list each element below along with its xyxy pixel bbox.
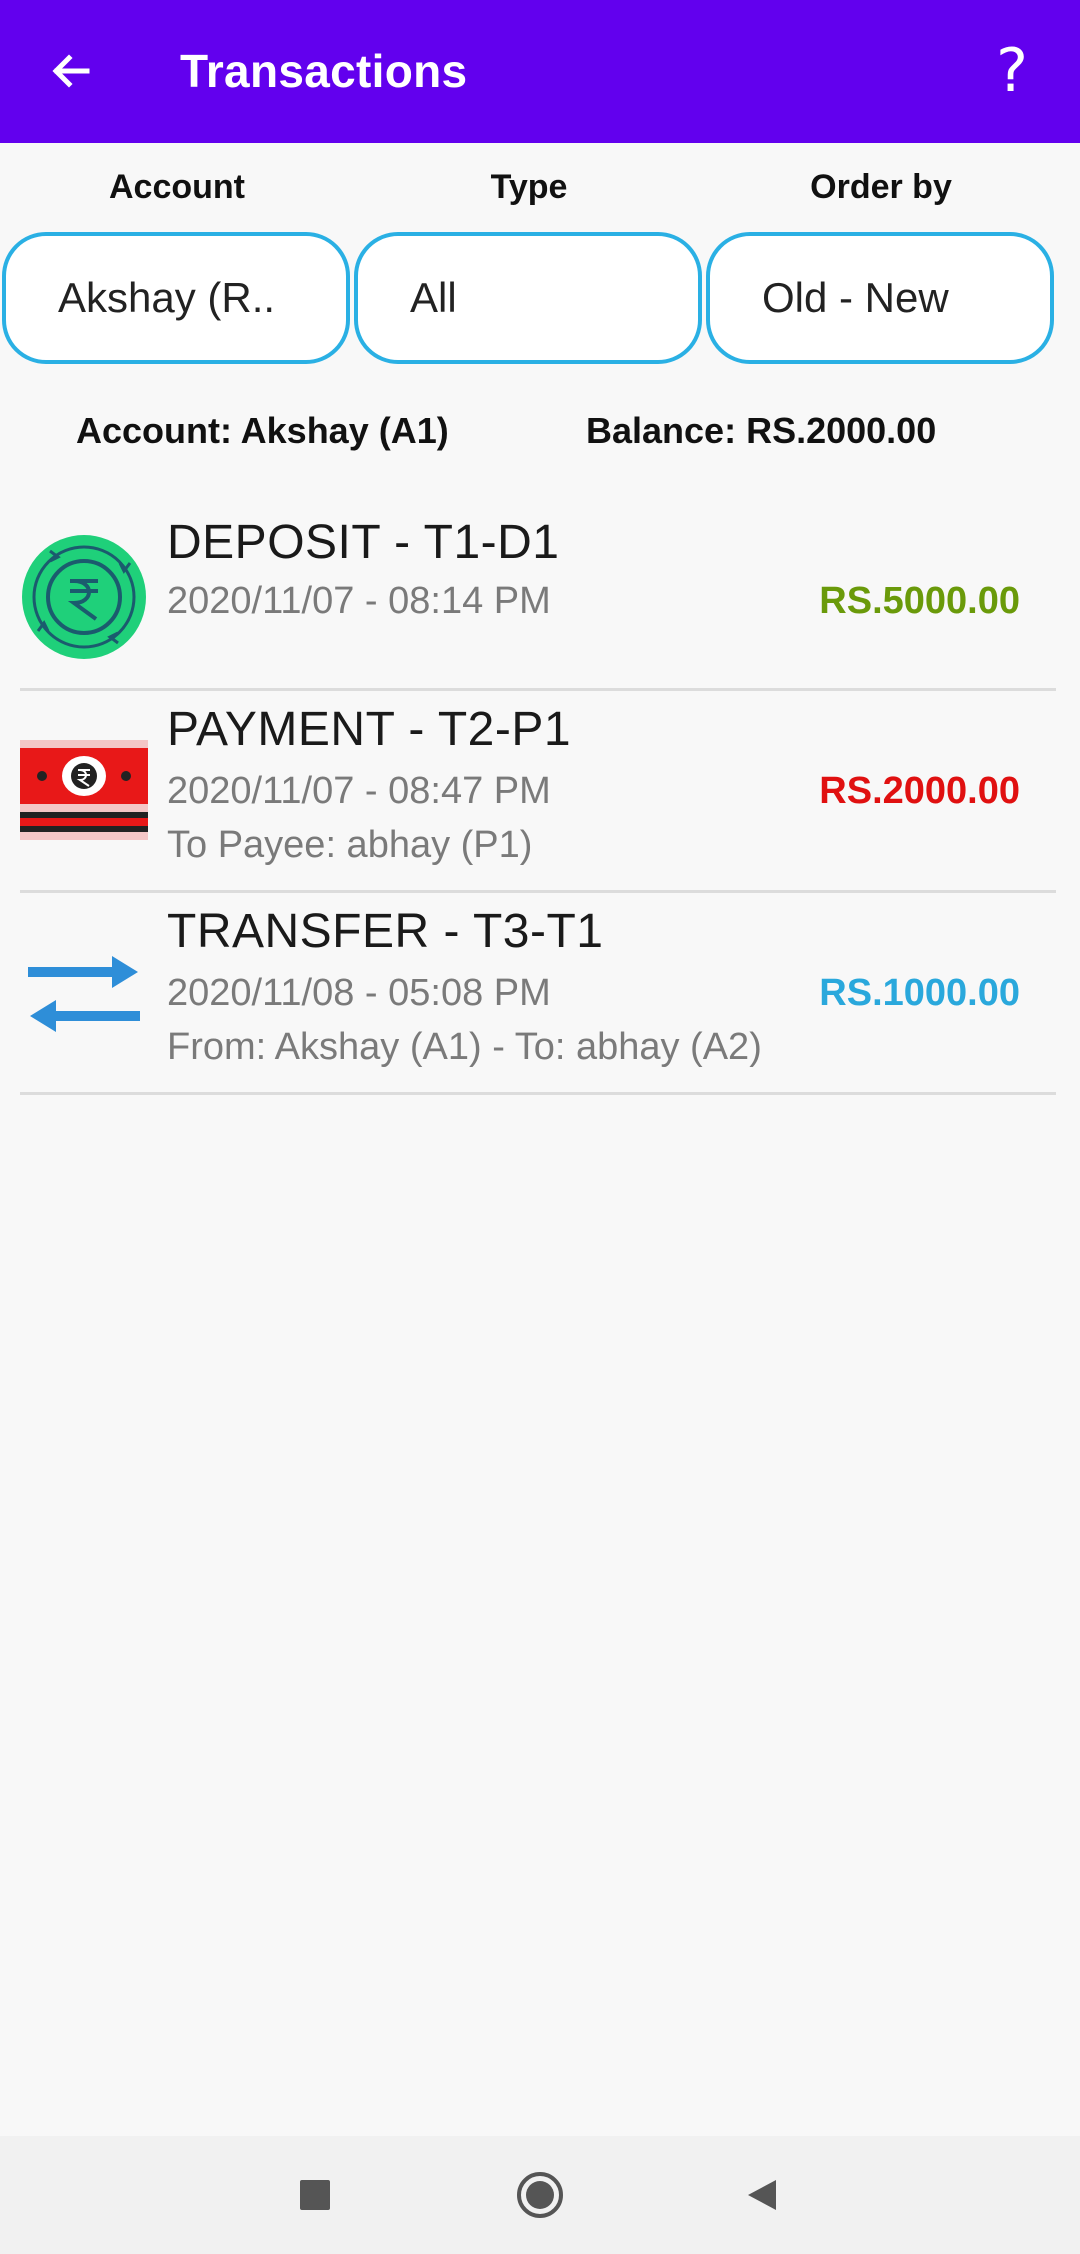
- transaction-name: DEPOSIT - T1-D1: [167, 516, 560, 569]
- transaction-name: PAYMENT - T2-P1: [167, 703, 572, 756]
- help-button[interactable]: ?: [982, 38, 1042, 104]
- transaction-description: To Payee: abhay (P1): [167, 824, 533, 866]
- order-filter-label: Order by: [810, 168, 952, 206]
- balance-summary: Balance: RS.2000.00: [586, 410, 937, 451]
- back-button[interactable]: [40, 40, 102, 102]
- transaction-amount: RS.5000.00: [819, 580, 1020, 622]
- home-circle-icon: [517, 2172, 563, 2218]
- transaction-date: 2020/11/07 - 08:14 PM: [167, 580, 551, 622]
- recents-square-icon: [300, 2180, 330, 2210]
- page-title: Transactions: [180, 45, 468, 97]
- transaction-row[interactable]: PAYMENT - T2-P1 2020/11/07 - 08:47 PM To…: [20, 692, 1056, 893]
- transaction-amount: RS.1000.00: [819, 972, 1020, 1014]
- transaction-date: 2020/11/08 - 05:08 PM: [167, 972, 551, 1014]
- deposit-rupee-icon: [22, 535, 146, 659]
- arrow-back-icon: [52, 54, 90, 88]
- home-button[interactable]: [500, 2136, 580, 2254]
- transfer-arrows-icon: [28, 956, 140, 1032]
- account-spinner[interactable]: Akshay (R..: [2, 232, 350, 364]
- transaction-date: 2020/11/07 - 08:47 PM: [167, 770, 551, 812]
- back-nav-button[interactable]: [722, 2136, 802, 2254]
- type-filter-label: Type: [490, 168, 568, 206]
- app-bar: Transactions ?: [0, 0, 1080, 143]
- type-spinner[interactable]: All: [354, 232, 702, 364]
- transaction-description: From: Akshay (A1) - To: abhay (A2): [167, 1026, 762, 1068]
- transaction-amount: RS.2000.00: [819, 770, 1020, 812]
- account-filter-label: Account: [109, 168, 245, 206]
- back-triangle-icon: [748, 2180, 776, 2210]
- system-nav-bar: [0, 2136, 1080, 2254]
- transaction-row[interactable]: DEPOSIT - T1-D1 2020/11/07 - 08:14 PM RS…: [20, 505, 1056, 691]
- account-summary: Account: Akshay (A1): [76, 410, 449, 451]
- transaction-name: TRANSFER - T3-T1: [167, 905, 604, 958]
- payment-banknote-icon: [20, 740, 148, 840]
- transaction-row[interactable]: TRANSFER - T3-T1 2020/11/08 - 05:08 PM F…: [20, 894, 1056, 1095]
- order-spinner[interactable]: Old - New: [706, 232, 1054, 364]
- recents-button[interactable]: [275, 2136, 355, 2254]
